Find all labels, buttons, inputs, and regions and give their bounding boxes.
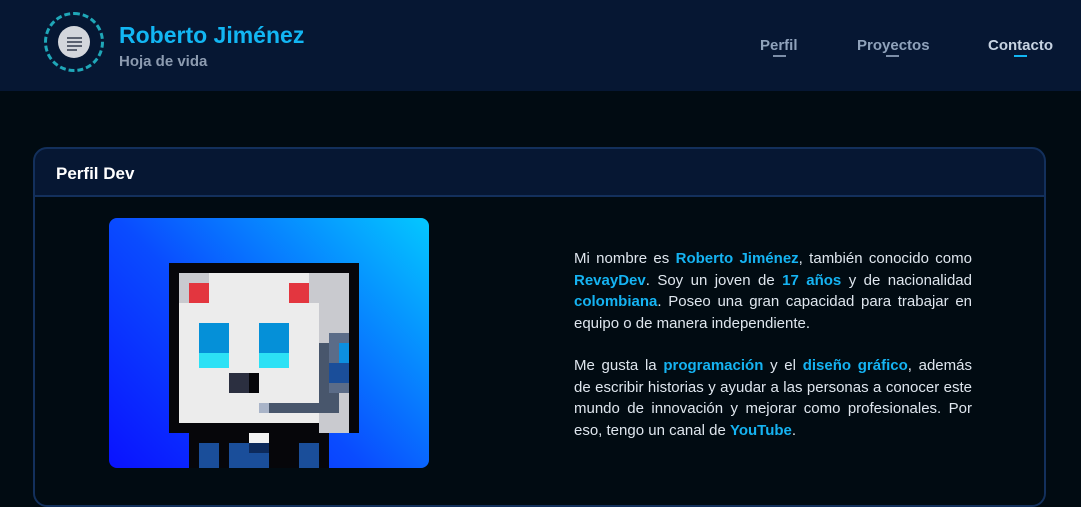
pixel-robot-avatar <box>169 263 359 468</box>
highlight-age: 17 años <box>782 271 842 289</box>
bio-text: Mi nombre es Roberto Jiménez, también co… <box>574 248 972 462</box>
profile-card: Perfil Dev Mi nombre es Roberto Jiménez,… <box>33 147 1046 507</box>
nav-contacto-indicator <box>1014 55 1027 57</box>
highlight-alias: RevayDev <box>574 271 646 289</box>
nav-proyectos[interactable]: Proyectos <box>857 37 930 54</box>
youtube-link[interactable]: YouTube <box>730 422 792 439</box>
card-body: Mi nombre es Roberto Jiménez, también co… <box>35 197 1044 505</box>
card-title: Perfil Dev <box>56 164 135 183</box>
top-navbar: Roberto Jiménez Hoja de vida Perfil Proy… <box>0 0 1081 91</box>
highlight-design: diseño gráfico <box>802 357 908 374</box>
highlight-nationality: colombiana <box>574 293 658 310</box>
highlight-name: Roberto Jiménez <box>675 250 799 267</box>
logo[interactable] <box>44 12 104 72</box>
site-subtitle: Hoja de vida <box>119 53 208 70</box>
bio-paragraph-2: Me gusta la programación y el diseño grá… <box>574 357 972 439</box>
nav-perfil-indicator <box>773 55 786 57</box>
bio-paragraph-1: Mi nombre es Roberto Jiménez, también co… <box>574 250 972 332</box>
nav-proyectos-indicator <box>886 55 899 57</box>
avatar <box>109 218 429 468</box>
nav-perfil[interactable]: Perfil <box>760 37 798 54</box>
site-owner-name: Roberto Jiménez <box>119 22 305 48</box>
nav-contacto[interactable]: Contacto <box>988 37 1053 54</box>
card-header: Perfil Dev <box>35 149 1044 197</box>
highlight-programming: programación <box>663 357 764 374</box>
document-lines-icon <box>58 26 90 58</box>
